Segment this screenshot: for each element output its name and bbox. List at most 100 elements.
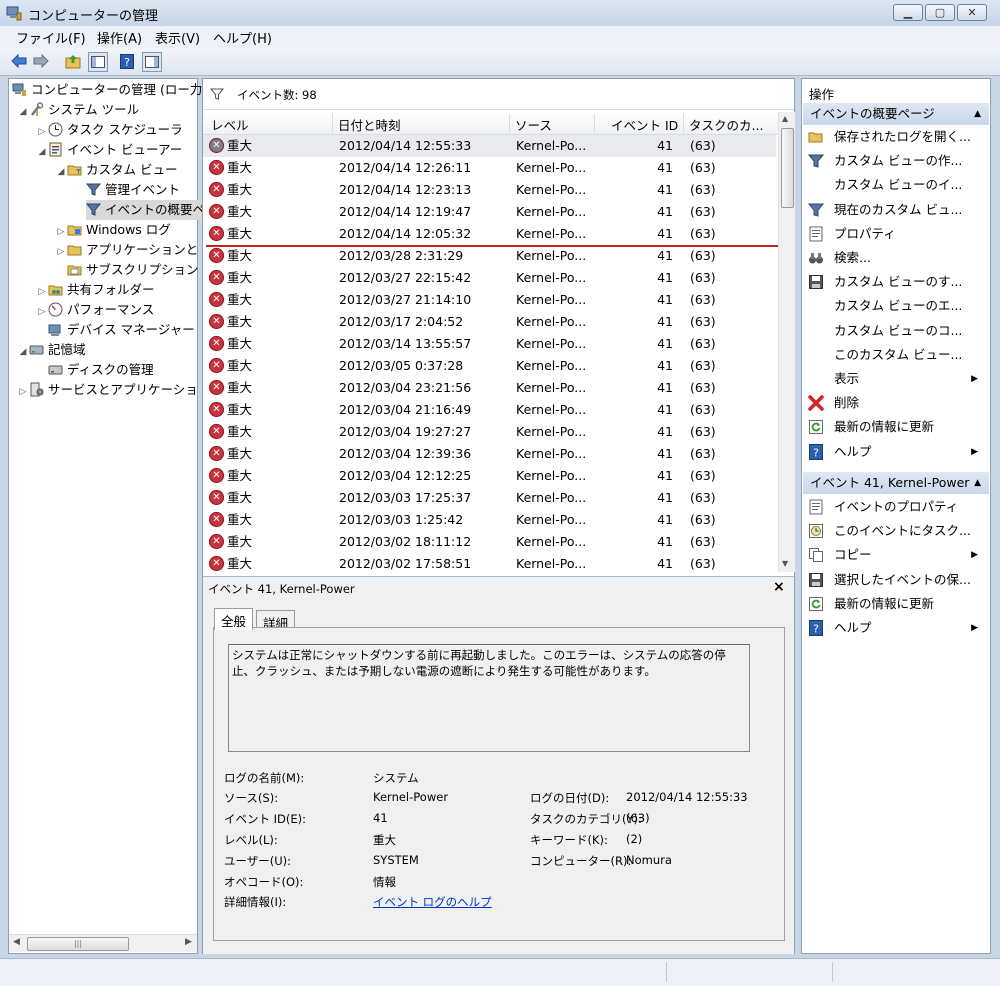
action-item[interactable]: 現在のカスタム ビュ... — [807, 200, 986, 220]
forward-button[interactable] — [32, 52, 50, 70]
tree-item-storage[interactable]: ◢ 記憶域 — [17, 340, 86, 360]
column-separator[interactable] — [332, 114, 333, 132]
tree-item-summary-page-events[interactable]: イベントの概要ペ — [85, 200, 210, 220]
action-item[interactable]: 検索... — [808, 248, 986, 268]
event-row[interactable]: 重大 2012/03/04 12:39:36 Kernel-Po... 41 (63) — [203, 443, 776, 465]
collapse-section-icon[interactable]: ▲ — [974, 472, 981, 494]
collapsed-arrow-icon[interactable]: ▷ — [55, 242, 67, 262]
column-separator[interactable] — [509, 114, 510, 132]
event-row[interactable]: 重大 2012/03/27 22:15:42 Kernel-Po... 41 (63) — [203, 267, 776, 289]
tree-item-device-manager[interactable]: デバイス マネージャー — [48, 320, 195, 340]
event-row[interactable]: 重大 2012/03/04 23:21:56 Kernel-Po... 41 (63) — [203, 377, 776, 399]
action-item[interactable]: コピー ▶ — [808, 545, 986, 565]
action-item[interactable]: カスタム ビューのイ... — [808, 175, 986, 195]
menu-action[interactable]: 操作(A) — [93, 28, 146, 47]
up-level-button[interactable] — [64, 52, 82, 70]
tree-item-subscriptions[interactable]: サブスクリプション — [67, 260, 199, 280]
action-item[interactable]: 保存されたログを開く... — [808, 127, 986, 147]
tree-item-custom-views[interactable]: ◢ カスタム ビュー — [55, 160, 178, 182]
action-item[interactable]: カスタム ビューのコ... — [808, 321, 986, 341]
tree-item-task-scheduler[interactable]: ▷ タスク スケジューラ — [36, 120, 183, 140]
event-row[interactable]: 重大 2012/03/02 18:11:12 Kernel-Po... 41 (63) — [203, 531, 776, 553]
tree-item-applications-services-logs[interactable]: ▷ アプリケーションと — [55, 240, 199, 262]
action-item[interactable]: 最新の情報に更新 — [808, 594, 986, 614]
scroll-right-icon[interactable]: ▶ — [185, 937, 192, 947]
tree-item-system-tools[interactable]: ◢ システム ツール — [17, 100, 140, 122]
event-row[interactable]: 重大 2012/03/28 2:31:29 Kernel-Po... 41 (63) — [203, 245, 776, 267]
close-detail-icon[interactable]: × — [773, 579, 785, 595]
column-level[interactable]: レベル — [211, 115, 249, 134]
column-source[interactable]: ソース — [515, 115, 552, 134]
minimize-button[interactable]: ▁ — [893, 4, 923, 21]
event-row[interactable]: 重大 2012/03/04 21:16:49 Kernel-Po... 41 (63) — [203, 399, 776, 421]
scroll-thumb[interactable] — [781, 128, 794, 208]
event-row[interactable]: 重大 2012/03/14 13:55:57 Kernel-Po... 41 (63) — [203, 333, 776, 355]
collapse-section-icon[interactable]: ▲ — [974, 103, 981, 125]
action-item[interactable]: プロパティ — [808, 224, 986, 244]
event-row[interactable]: 重大 2012/03/27 21:14:10 Kernel-Po... 41 (63) — [203, 289, 776, 311]
collapsed-arrow-icon[interactable]: ▷ — [36, 302, 48, 322]
column-separator[interactable] — [683, 114, 684, 132]
action-item[interactable]: ? ヘルプ ▶ — [808, 618, 986, 638]
tree-item-windows-logs[interactable]: ▷ Windows ログ — [55, 220, 171, 240]
scroll-up-icon[interactable]: ▲ — [782, 114, 788, 123]
action-item[interactable]: 削除 — [808, 393, 986, 413]
event-row[interactable]: 重大 2012/03/03 1:25:42 Kernel-Po... 41 (63) — [203, 509, 776, 531]
tree-item-computer-management[interactable]: コンピューターの管理 (ロー力 — [12, 80, 202, 100]
event-row[interactable]: 重大 2012/04/14 12:55:33 Kernel-Po... 41 (63) — [203, 135, 776, 157]
scroll-down-icon[interactable]: ▼ — [782, 559, 788, 568]
event-row[interactable]: 重大 2012/04/14 12:23:13 Kernel-Po... 41 (63) — [203, 179, 776, 201]
event-row[interactable]: 重大 2012/03/03 17:25:37 Kernel-Po... 41 (63) — [203, 487, 776, 509]
tree-item-event-viewer[interactable]: ◢ イベント ビューアー — [36, 140, 183, 162]
event-row[interactable]: 重大 2012/04/14 12:26:11 Kernel-Po... 41 (63) — [203, 157, 776, 179]
collapsed-arrow-icon[interactable]: ▷ — [55, 222, 67, 242]
column-event-id[interactable]: イベント ID — [611, 115, 678, 134]
event-row[interactable]: 重大 2012/03/17 2:04:52 Kernel-Po... 41 (63) — [203, 311, 776, 333]
collapsed-arrow-icon[interactable]: ▷ — [36, 282, 48, 302]
action-item[interactable]: ? ヘルプ ▶ — [808, 442, 986, 462]
action-item[interactable]: 選択したイベントの保... — [808, 570, 986, 590]
action-item[interactable]: カスタム ビューの作... — [807, 151, 986, 171]
tree-item-performance[interactable]: ▷ パフォーマンス — [36, 300, 155, 322]
actions-section-event[interactable]: イベント 41, Kernel-Power ▲ — [803, 472, 989, 494]
event-log-help-link[interactable]: イベント ログのヘルプ — [373, 894, 492, 910]
event-row[interactable]: 重大 2012/03/02 17:58:51 Kernel-Po... 41 (63) — [203, 553, 776, 573]
event-row[interactable]: 重大 2012/03/05 0:37:28 Kernel-Po... 41 (63) — [203, 355, 776, 377]
action-item[interactable]: このイベントにタスク... — [808, 521, 986, 541]
action-item[interactable]: カスタム ビューのす... — [808, 272, 986, 292]
event-row[interactable]: 重大 2012/03/04 12:12:25 Kernel-Po... 41 (63) — [203, 465, 776, 487]
help-button[interactable]: ? — [118, 52, 136, 70]
tree-item-shared-folders[interactable]: ▷ 共有フォルダー — [36, 280, 155, 300]
actions-section-summary-page[interactable]: イベントの概要ページ ▲ — [803, 103, 989, 125]
tree-item-services-applications[interactable]: ▷ サービスとアプリケーショ — [17, 380, 198, 400]
action-item[interactable]: 最新の情報に更新 — [808, 417, 986, 437]
action-item[interactable]: カスタム ビューのエ... — [808, 296, 986, 316]
back-button[interactable] — [10, 52, 28, 70]
action-item[interactable]: イベントのプロパティ — [808, 497, 986, 517]
scroll-left-icon[interactable]: ◀ — [13, 937, 20, 947]
close-button[interactable]: ✕ — [957, 4, 987, 21]
expanded-arrow-icon[interactable]: ◢ — [17, 342, 29, 362]
event-description[interactable]: システムは正常にシャットダウンする前に再起動しました。このエラーは、システムの応… — [228, 644, 750, 752]
column-separator[interactable] — [594, 114, 595, 132]
scroll-thumb[interactable]: ||| — [27, 937, 129, 951]
collapsed-arrow-icon[interactable]: ▷ — [17, 382, 29, 402]
tree-item-disk-management[interactable]: ディスクの管理 — [48, 360, 154, 380]
collapsed-arrow-icon[interactable]: ▷ — [36, 122, 48, 142]
action-item[interactable]: 表示 ▶ — [808, 369, 986, 389]
event-row[interactable]: 重大 2012/04/14 12:05:32 Kernel-Po... 41 (63) — [203, 223, 776, 245]
show-hide-tree-button[interactable] — [88, 52, 108, 72]
expanded-arrow-icon[interactable]: ◢ — [36, 142, 48, 162]
maximize-button[interactable]: ▢ — [925, 4, 955, 21]
column-task-category[interactable]: タスクのカ... — [689, 115, 763, 134]
expanded-arrow-icon[interactable]: ◢ — [55, 162, 67, 182]
event-row[interactable]: 重大 2012/04/14 12:19:47 Kernel-Po... 41 (63) — [203, 201, 776, 223]
show-hide-action-pane-button[interactable] — [142, 52, 162, 72]
event-row[interactable]: 重大 2012/03/04 19:27:27 Kernel-Po... 41 (63) — [203, 421, 776, 443]
menu-view[interactable]: 表示(V) — [151, 28, 204, 47]
tree-horizontal-scrollbar[interactable]: ◀ ||| ▶ — [9, 934, 197, 952]
menu-file[interactable]: ファイル(F) — [12, 28, 90, 47]
expanded-arrow-icon[interactable]: ◢ — [17, 102, 29, 122]
menu-help[interactable]: ヘルプ(H) — [209, 28, 276, 47]
tab-general[interactable]: 全般 — [214, 608, 254, 630]
